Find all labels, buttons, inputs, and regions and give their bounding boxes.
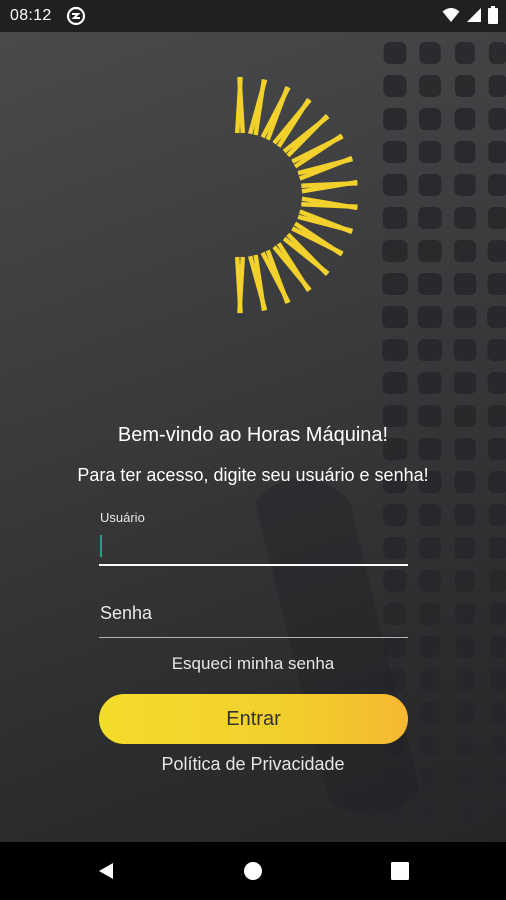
password-label: Senha — [100, 603, 153, 623]
status-icons — [442, 6, 498, 24]
battery-icon — [488, 6, 498, 24]
app-notification-icon — [66, 6, 86, 26]
recents-icon — [391, 862, 409, 880]
back-icon — [99, 863, 113, 879]
yellow-sunburst-logo — [234, 76, 358, 314]
privacy-policy-link[interactable]: Política de Privacidade — [0, 754, 506, 775]
text-cursor — [100, 535, 102, 557]
wifi-icon — [442, 8, 460, 22]
status-time: 08:12 — [10, 7, 52, 24]
forgot-password-link[interactable]: Esqueci minha senha — [0, 654, 506, 674]
username-underline — [99, 564, 408, 566]
welcome-title: Bem-vindo ao Horas Máquina! — [117, 424, 389, 446]
password-field[interactable]: Senha — [99, 598, 408, 638]
navigation-bar — [0, 842, 506, 900]
login-button[interactable]: Entrar — [99, 694, 408, 744]
recents-button[interactable] — [384, 855, 416, 887]
password-underline — [99, 637, 408, 638]
back-button[interactable] — [90, 855, 122, 887]
welcome-subtitle: Para ter acesso, digite seu usuário e se… — [77, 465, 429, 485]
home-icon — [244, 862, 262, 880]
signal-icon — [467, 8, 481, 22]
username-label: Usuário — [100, 510, 145, 525]
username-field[interactable]: Usuário — [99, 508, 408, 566]
home-button[interactable] — [237, 855, 269, 887]
status-bar: 08:12 — [0, 0, 506, 32]
login-screen: 08:12 Bem-vindo ao Horas Máquina! Para t… — [0, 0, 506, 900]
